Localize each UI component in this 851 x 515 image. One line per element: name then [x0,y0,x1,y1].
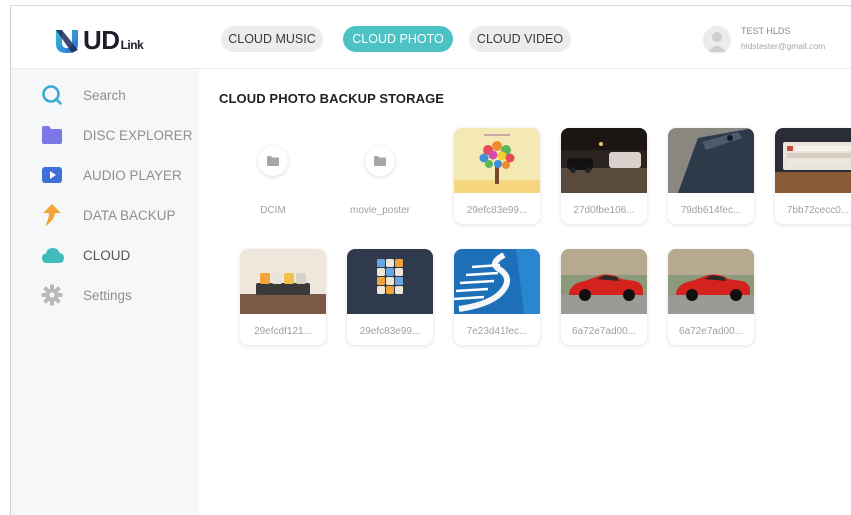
photo-thumbnail-keyboard [775,128,851,193]
folder-label: DCIM [260,205,286,216]
folder-icon [258,146,288,176]
sidebar-item-label: CLOUD [83,247,131,263]
tab-cloud-music[interactable]: CLOUD MUSIC [221,26,323,52]
app-window: UDLink CLOUD MUSIC CLOUD PHOTO CLOUD VID… [10,5,851,515]
user-profile[interactable]: TEST HLDS hldstester@gmail.com [703,24,848,58]
sidebar-item-label: Settings [83,287,132,303]
photo-item[interactable]: 29efc83e99... [454,128,540,224]
user-silhouette-icon [708,32,726,52]
photo-item[interactable]: 79db614fec... [668,128,754,224]
photo-label: 6a72e7ad00... [679,326,743,337]
folder-icon [365,146,395,176]
sidebar-item-data-backup[interactable]: DATA BACKUP [41,203,176,227]
photo-thumbnail-heart-tree [454,128,540,193]
tab-cloud-video[interactable]: CLOUD VIDEO [469,26,571,52]
folder-item[interactable]: DCIM [230,128,316,224]
photo-thumbnail-keycap-block [347,249,433,314]
sidebar-item-label: Search [83,87,126,103]
photo-label: 79db614fec... [680,205,742,216]
photo-item[interactable]: 29efcdf121... [240,249,326,345]
photo-item[interactable]: 6a72e7ad00... [561,249,647,345]
main-content: CLOUD PHOTO BACKUP STORAGE DCIM movie_po… [199,69,851,515]
user-email: hldstester@gmail.com [741,41,826,51]
photo-label: 29efc83e99... [466,205,528,216]
sidebar-item-search[interactable]: Search [41,83,126,107]
user-name: TEST HLDS [741,26,791,36]
cloud-icon [41,244,71,266]
photo-thumbnail-night-parking [561,128,647,193]
sidebar-item-label: DATA BACKUP [83,207,176,223]
logo-mark-icon [53,26,81,54]
photo-thumbnail-red-car [668,249,754,314]
logo-text: UDLink [83,24,144,55]
page-title: CLOUD PHOTO BACKUP STORAGE [219,91,445,106]
folder-label: movie_poster [349,205,411,216]
sidebar-item-label: AUDIO PLAYER [83,167,182,183]
avatar [703,26,731,54]
photo-label: 7bb72cecc0... [786,205,850,216]
photo-thumbnail-staircase [454,249,540,314]
search-icon [41,84,71,106]
folder-item[interactable]: movie_poster [337,128,423,224]
photo-item[interactable]: 6a72e7ad00... [668,249,754,345]
photo-item[interactable]: 29efc83e99... [347,249,433,345]
gear-icon [41,284,71,306]
photo-item[interactable]: 27d0fbe106... [561,128,647,224]
top-header: UDLink CLOUD MUSIC CLOUD PHOTO CLOUD VID… [11,6,851,69]
sidebar-item-cloud[interactable]: CLOUD [41,243,130,267]
sidebar: Search DISC EXPLORER AUDIO PLAYER DATA B… [11,69,199,515]
photo-label: 29efcdf121... [254,326,312,337]
photo-label: 27d0fbe106... [573,205,635,216]
photo-label: 6a72e7ad00... [572,326,636,337]
sidebar-item-disc-explorer[interactable]: DISC EXPLORER [41,123,193,147]
tab-cloud-photo[interactable]: CLOUD PHOTO [343,26,453,52]
sidebar-item-audio-player[interactable]: AUDIO PLAYER [41,163,182,187]
sidebar-item-settings[interactable]: Settings [41,283,132,307]
photo-thumbnail-keycaps-row [240,249,326,314]
photo-label: 7e23d41fec... [466,326,528,337]
folder-icon [41,124,71,146]
upload-arrow-icon [41,204,71,226]
photo-item[interactable]: 7e23d41fec... [454,249,540,345]
udlink-logo[interactable]: UDLink [53,24,163,56]
photo-thumbnail-phone [668,128,754,193]
photo-item[interactable]: 7bb72cecc0... [775,128,851,224]
play-icon [41,164,71,186]
sidebar-item-label: DISC EXPLORER [83,127,193,143]
photo-thumbnail-red-car [561,249,647,314]
photo-label: 29efc83e99... [359,326,421,337]
